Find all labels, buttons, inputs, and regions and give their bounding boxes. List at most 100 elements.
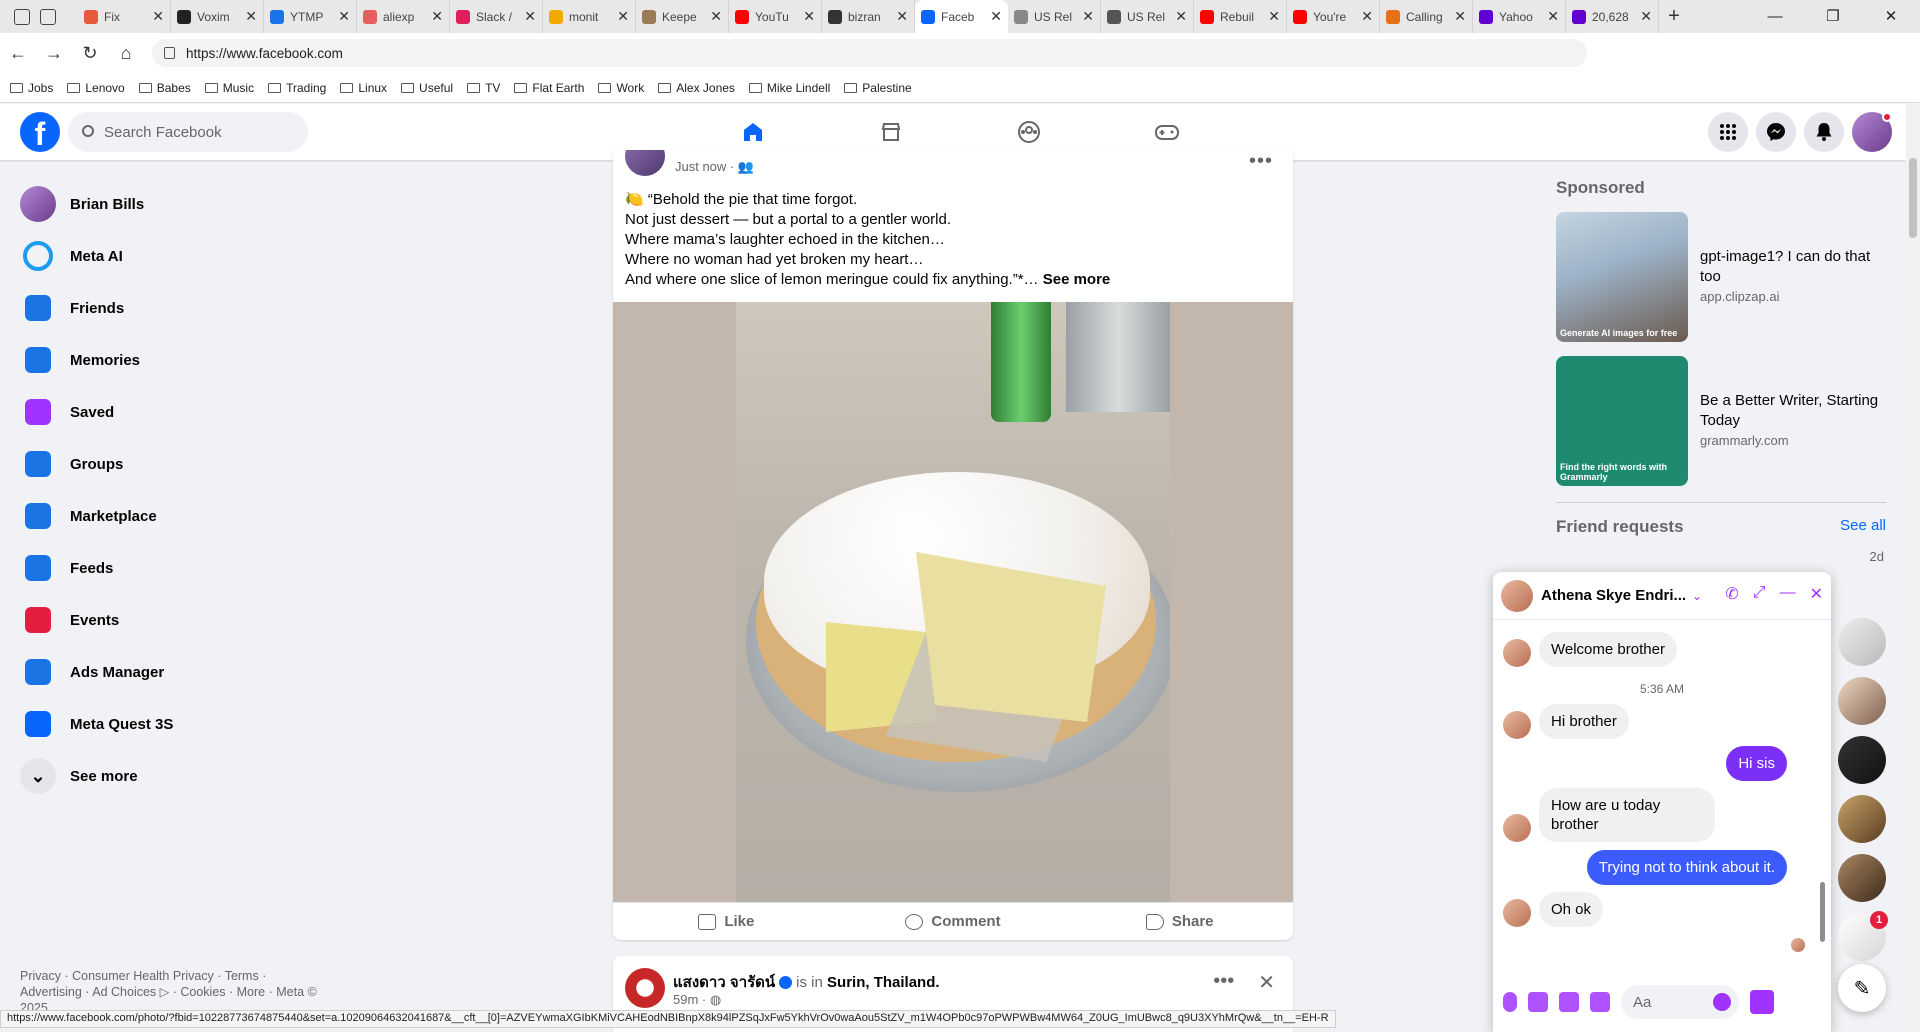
call-icon[interactable]: ✆: [1725, 584, 1738, 604]
post2-hide-button[interactable]: ✕: [1258, 970, 1275, 995]
url-field[interactable]: https://www.facebook.com: [152, 39, 1587, 67]
see-more-link[interactable]: See more: [1043, 271, 1111, 288]
tab-close-icon[interactable]: ✕: [431, 8, 443, 25]
tab-close-icon[interactable]: ✕: [617, 8, 629, 25]
bookmark-folder[interactable]: Palestine: [844, 81, 912, 95]
tab-close-icon[interactable]: ✕: [803, 8, 815, 25]
sidebar-item[interactable]: Meta Quest 3S: [8, 698, 348, 750]
tab-close-icon[interactable]: ✕: [152, 8, 164, 25]
tab-close-icon[interactable]: ✕: [1268, 8, 1280, 25]
account-avatar[interactable]: [1852, 112, 1892, 152]
refresh-button[interactable]: ↻: [72, 43, 108, 64]
browser-tab[interactable]: bizran ✕: [822, 0, 915, 33]
message-bubble-outgoing[interactable]: Hi sis: [1726, 746, 1787, 781]
sticker-icon[interactable]: [1559, 992, 1579, 1012]
browser-tab[interactable]: Keepe ✕: [636, 0, 729, 33]
facebook-logo[interactable]: f: [20, 112, 60, 152]
browser-tab[interactable]: Faceb ✕: [915, 0, 1008, 33]
sidebar-item[interactable]: Meta AI: [8, 230, 348, 282]
browser-tab[interactable]: monit ✕: [543, 0, 636, 33]
post-options-button[interactable]: •••: [1249, 150, 1273, 173]
page-scroll-thumb[interactable]: [1909, 158, 1917, 238]
notifications-button[interactable]: [1804, 112, 1844, 152]
chat-head-avatar[interactable]: [1838, 736, 1886, 784]
browser-tab[interactable]: Yahoo ✕: [1473, 0, 1566, 33]
minimize-chat-icon[interactable]: —: [1780, 584, 1796, 604]
post-timestamp[interactable]: Just now · 👥: [675, 159, 754, 175]
tab-close-icon[interactable]: ✕: [1082, 8, 1094, 25]
see-all-link[interactable]: See all: [1840, 517, 1886, 537]
post-author-avatar[interactable]: [625, 150, 665, 176]
thumbs-up-send-icon[interactable]: [1750, 990, 1774, 1014]
browser-tab[interactable]: YouTu ✕: [729, 0, 822, 33]
chat-scroll-thumb[interactable]: [1820, 882, 1825, 942]
chat-head-avatar[interactable]: [1838, 854, 1886, 902]
bookmark-folder[interactable]: Work: [598, 81, 644, 95]
browser-tab[interactable]: 20,628 ✕: [1566, 0, 1659, 33]
tab-close-icon[interactable]: ✕: [896, 8, 908, 25]
browser-tab[interactable]: US Rel ✕: [1101, 0, 1194, 33]
browser-tab[interactable]: You're ✕: [1287, 0, 1380, 33]
workspaces-icon[interactable]: [14, 8, 30, 25]
post2-author-avatar[interactable]: [625, 968, 665, 1008]
sidebar-item[interactable]: Ads Manager: [8, 646, 348, 698]
home-button[interactable]: ⌂: [108, 43, 144, 64]
back-button[interactable]: ←: [0, 43, 36, 64]
browser-tab[interactable]: aliexp ✕: [357, 0, 450, 33]
bookmark-folder[interactable]: Lenovo: [67, 81, 125, 95]
chat-head-avatar[interactable]: [1838, 618, 1886, 666]
sidebar-item[interactable]: Brian Bills: [8, 178, 348, 230]
chat-scrollbar[interactable]: [1820, 632, 1825, 952]
bookmark-folder[interactable]: Jobs: [10, 81, 53, 95]
message-bubble[interactable]: How are u today brother: [1539, 788, 1715, 842]
menu-button[interactable]: [1708, 112, 1748, 152]
message-bubble-outgoing[interactable]: Trying not to think about it.: [1586, 850, 1787, 885]
bookmark-folder[interactable]: Linux: [340, 81, 387, 95]
tab-close-icon[interactable]: ✕: [1361, 8, 1373, 25]
message-bubble[interactable]: Oh ok: [1539, 892, 1604, 927]
post2-place[interactable]: Surin, Thailand.: [827, 974, 940, 991]
emoji-icon[interactable]: [1713, 993, 1731, 1011]
chat-head-avatar[interactable]: [1838, 795, 1886, 843]
like-button[interactable]: Like: [613, 913, 840, 930]
bookmark-folder[interactable]: Mike Lindell: [748, 81, 830, 95]
browser-tab[interactable]: Slack / ✕: [450, 0, 543, 33]
chat-head-avatar[interactable]: 1: [1838, 911, 1888, 961]
browser-tab[interactable]: Voxim ✕: [171, 0, 264, 33]
search-input[interactable]: Search Facebook: [68, 112, 308, 152]
browser-tab[interactable]: YTMP ✕: [264, 0, 357, 33]
message-bubble[interactable]: Welcome brother: [1539, 632, 1677, 667]
post2-options-button[interactable]: •••: [1213, 970, 1234, 995]
sponsored-ad[interactable]: Find the right words with Grammarly Be a…: [1556, 356, 1886, 486]
message-bubble[interactable]: Hi brother: [1539, 704, 1629, 739]
chat-contact-name[interactable]: Athena Skye Endri...: [1541, 587, 1686, 604]
gif-icon[interactable]: [1590, 992, 1610, 1012]
footer-links[interactable]: Privacy · Consumer Health Privacy · Term…: [20, 968, 320, 1016]
tab-close-icon[interactable]: ✕: [245, 8, 257, 25]
browser-tab[interactable]: Fix ✕: [78, 0, 171, 33]
restore-button[interactable]: ❐: [1804, 0, 1862, 33]
bookmark-folder[interactable]: Flat Earth: [514, 81, 584, 95]
sidebar-item[interactable]: Feeds: [8, 542, 348, 594]
browser-tab[interactable]: Calling ✕: [1380, 0, 1473, 33]
tab-close-icon[interactable]: ✕: [710, 8, 722, 25]
sidebar-item[interactable]: Groups: [8, 438, 348, 490]
sponsored-ad[interactable]: Generate AI images for free gpt-image1? …: [1556, 212, 1886, 342]
bookmark-folder[interactable]: Trading: [268, 81, 326, 95]
sidebar-item[interactable]: Memories: [8, 334, 348, 386]
minimize-button[interactable]: —: [1746, 0, 1804, 33]
new-tab-button[interactable]: +: [1659, 5, 1689, 28]
message-input[interactable]: Aa: [1621, 985, 1739, 1019]
page-scrollbar[interactable]: [1906, 104, 1920, 1032]
sidebar-item[interactable]: Friends: [8, 282, 348, 334]
forward-button[interactable]: →: [36, 43, 72, 64]
post2-timestamp[interactable]: 59m · ◍: [673, 992, 721, 1008]
messenger-button[interactable]: [1756, 112, 1796, 152]
bookmark-folder[interactable]: Babes: [138, 81, 191, 95]
tab-close-icon[interactable]: ✕: [1175, 8, 1187, 25]
close-chat-icon[interactable]: ✕: [1810, 584, 1823, 604]
tab-actions-icon[interactable]: [40, 8, 56, 25]
sidebar-item[interactable]: Saved: [8, 386, 348, 438]
bookmark-folder[interactable]: Useful: [401, 81, 453, 95]
bookmark-folder[interactable]: Alex Jones: [658, 81, 735, 95]
